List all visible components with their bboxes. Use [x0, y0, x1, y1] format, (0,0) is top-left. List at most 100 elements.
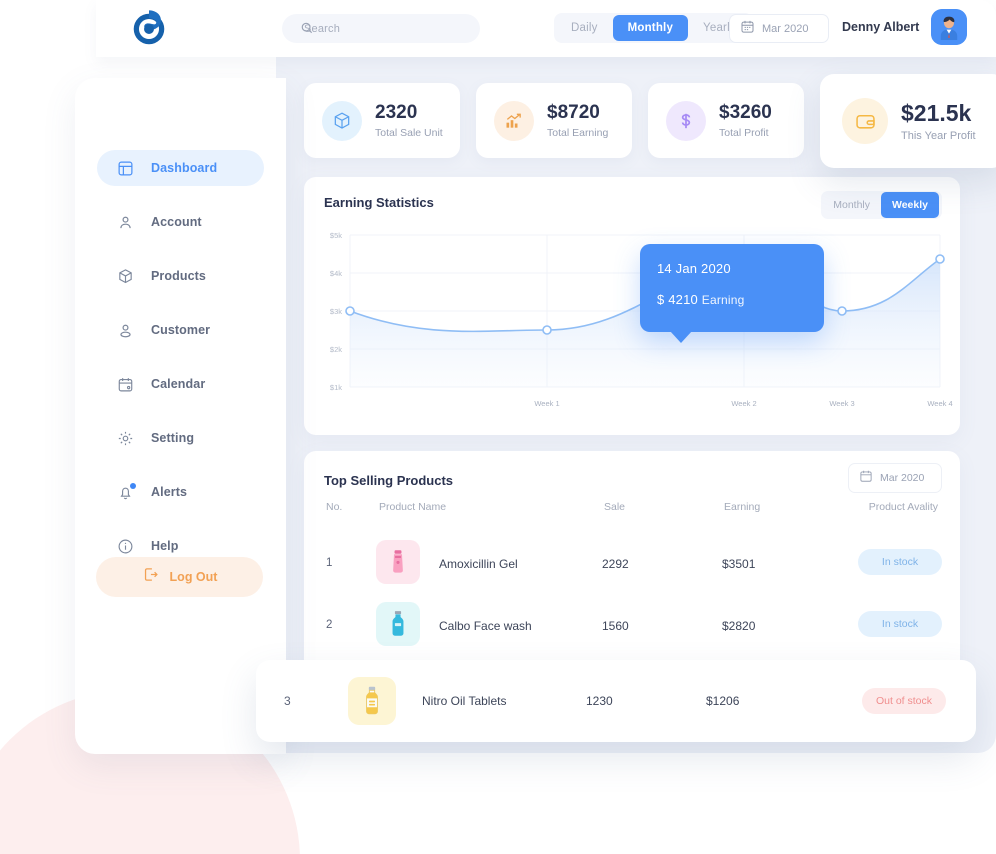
logout-label: Log Out — [169, 570, 218, 584]
user-menu[interactable]: Denny Albert — [842, 9, 968, 45]
calendar-icon — [740, 19, 755, 39]
sidebar-item-setting[interactable]: Setting — [97, 420, 264, 456]
product-sale: 1560 — [602, 619, 629, 633]
sidebar-item-products[interactable]: Products — [97, 258, 264, 294]
stat-cards: 2320 Total Sale Unit $8720 Total Earning — [304, 74, 996, 168]
calendar-icon — [859, 469, 873, 488]
chart-tooltip: 14 Jan 2020 $ 4210 Earning — [640, 244, 824, 343]
svg-text:$4k: $4k — [330, 269, 342, 278]
tooltip-amount: $ 4210 — [657, 292, 698, 307]
sidebar-item-alerts[interactable]: Alerts — [97, 474, 264, 510]
col-earning: Earning — [724, 501, 761, 513]
avatar[interactable] — [931, 9, 968, 45]
table-row[interactable]: 1 Amoxicillin Gel 2292 $3501 In stock — [304, 531, 960, 593]
info-icon — [116, 537, 135, 556]
pill-bottle-icon — [366, 686, 378, 715]
alerts-badge-dot — [130, 482, 136, 489]
bell-icon — [116, 482, 136, 502]
sidebar-item-customer[interactable]: Customer — [97, 312, 264, 348]
chart-point — [345, 306, 355, 316]
chart-point — [542, 325, 552, 335]
box-icon — [322, 100, 362, 141]
top-header: Search Daily Monthly Yearly Mar 2020 Den… — [96, 0, 996, 57]
chart-range-monthly[interactable]: Monthly — [824, 193, 879, 217]
bottle-icon — [392, 611, 404, 636]
user-icon — [116, 213, 135, 232]
row-no: 3 — [284, 694, 291, 708]
stat-caption: This Year Profit — [901, 129, 976, 142]
period-toggle[interactable]: Daily Monthly Yearly — [554, 13, 753, 43]
svg-text:$5k: $5k — [330, 231, 342, 240]
stat-value: $8720 — [547, 102, 600, 124]
logout-icon — [142, 566, 159, 588]
stat-card-total-sale-unit[interactable]: 2320 Total Sale Unit — [304, 83, 460, 158]
product-earning: $3501 — [722, 557, 756, 571]
earning-line-chart: $5k $4k $3k $2k $1k Week 1 Week 2 Week 3… — [330, 231, 953, 408]
period-tab-daily[interactable]: Daily — [558, 16, 611, 40]
wallet-icon — [842, 98, 888, 144]
svg-text:$3k: $3k — [330, 307, 342, 316]
dashboard-screen: Dashboard Account Products Customer Cale… — [0, 0, 996, 854]
stat-card-this-year-profit[interactable]: $21.5k This Year Profit — [820, 74, 996, 168]
svg-text:Week 1: Week 1 — [534, 399, 559, 408]
stat-card-total-earning[interactable]: $8720 Total Earning — [476, 83, 632, 158]
product-name: Calbo Face wash — [439, 619, 532, 633]
header-date-picker[interactable]: Mar 2020 — [729, 14, 829, 43]
user-name: Denny Albert — [842, 20, 920, 34]
row-no: 1 — [326, 557, 333, 569]
products-table-header: No. Product Name Sale Earning Product Av… — [304, 501, 960, 525]
product-earning: $1206 — [706, 694, 740, 708]
product-name: Amoxicillin Gel — [439, 557, 518, 571]
main-panel: 2320 Total Sale Unit $8720 Total Earning — [276, 57, 996, 753]
stat-value: $21.5k — [901, 100, 972, 127]
tooltip-unit: Earning — [701, 293, 745, 307]
stat-caption: Total Earning — [547, 126, 609, 139]
status-badge: In stock — [858, 549, 942, 575]
chart-range-toggle[interactable]: Monthly Weekly — [821, 191, 942, 219]
stat-card-total-profit[interactable]: $3260 Total Profit — [648, 83, 804, 158]
product-sale: 2292 — [602, 557, 629, 571]
products-title: Top Selling Products — [324, 473, 454, 488]
col-name: Product Name — [379, 501, 447, 513]
svg-text:Week 3: Week 3 — [829, 399, 854, 408]
table-row-floating[interactable]: 3 Nitro Oil Tablets 1230 $1206 Out of st… — [256, 660, 976, 742]
tooltip-date: 14 Jan 2020 — [657, 261, 731, 276]
product-thumbnail — [376, 540, 420, 584]
product-thumbnail — [348, 677, 396, 725]
svg-text:Week 2: Week 2 — [731, 399, 756, 408]
col-sale: Sale — [604, 501, 626, 513]
search-input[interactable]: Search — [282, 14, 480, 43]
sidebar-item-dashboard[interactable]: Dashboard — [97, 150, 264, 186]
bar-chart-icon — [494, 100, 534, 141]
row-no: 2 — [326, 619, 333, 631]
brand-logo[interactable] — [126, 8, 172, 50]
chart-range-weekly[interactable]: Weekly — [881, 192, 939, 218]
sidebar-item-label: Dashboard — [151, 161, 218, 175]
svg-text:$1k: $1k — [330, 383, 342, 392]
col-availability: Product Avality — [868, 501, 938, 513]
sidebar-item-label: Account — [151, 215, 202, 229]
sidebar-item-label: Calendar — [151, 377, 206, 391]
chart-title: Earning Statistics — [324, 195, 434, 210]
search-icon — [300, 21, 314, 40]
logout-button[interactable]: Log Out — [96, 557, 263, 597]
sidebar-item-label: Alerts — [151, 485, 188, 499]
col-no: No. — [326, 501, 343, 513]
gear-icon — [116, 429, 135, 448]
products-date-picker[interactable]: Mar 2020 — [848, 463, 942, 493]
sidebar-item-account[interactable]: Account — [97, 204, 264, 240]
sidebar-item-calendar[interactable]: Calendar — [97, 366, 264, 402]
dollar-icon — [666, 100, 706, 141]
sidebar-item-label: Setting — [151, 431, 195, 445]
chart-point — [935, 254, 945, 264]
period-tab-monthly[interactable]: Monthly — [612, 15, 689, 41]
sidebar-item-label: Help — [151, 539, 179, 553]
products-date-value: Mar 2020 — [880, 472, 925, 484]
product-sale: 1230 — [586, 694, 613, 708]
stat-value: $3260 — [719, 102, 772, 124]
status-badge: Out of stock — [862, 688, 946, 714]
table-row[interactable]: 2 Calbo Face wash 1560 $2820 In stock — [304, 593, 960, 655]
product-earning: $2820 — [722, 619, 756, 633]
sidebar-nav: Dashboard Account Products Customer Cale… — [75, 150, 286, 582]
status-badge: In stock — [858, 611, 942, 637]
